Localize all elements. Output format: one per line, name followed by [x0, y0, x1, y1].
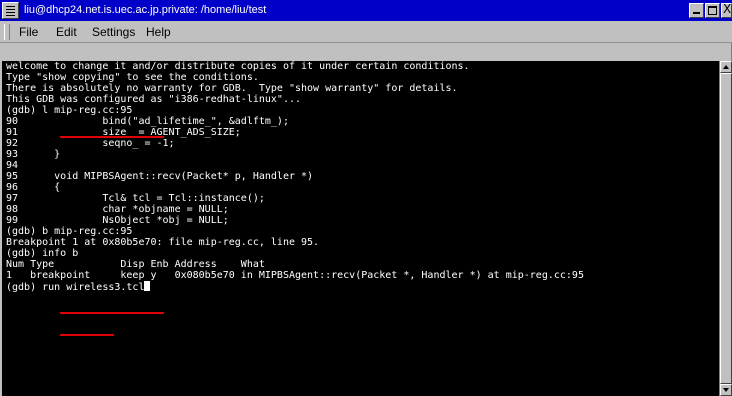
source-line: 93 }	[6, 149, 61, 160]
source-line: 92 seqno_ = -1;	[6, 138, 175, 149]
scroll-down-icon[interactable]	[720, 384, 732, 396]
prompt-text: (gdb) run wireless3.tcl	[6, 282, 145, 293]
title-bar[interactable]: liu@dhcp24.net.is.uec.ac.jp.private: /ho…	[0, 0, 732, 21]
source-line: 95 void MIPBSAgent::recv(Packet* p, Hand…	[6, 171, 314, 182]
terminal-line: welcome to change it and/or distribute c…	[6, 61, 470, 72]
maximize-icon[interactable]	[705, 3, 720, 18]
terminal-window: liu@dhcp24.net.is.uec.ac.jp.private: /ho…	[0, 0, 732, 396]
gdb-command-line: (gdb) l mip-reg.cc:95	[6, 105, 133, 116]
close-icon[interactable]: X	[721, 2, 732, 18]
gdb-command-line: (gdb) b mip-reg.cc:95	[6, 226, 133, 237]
terminal-line: Breakpoint 1 at 0x80b5e70: file mip-reg.…	[6, 237, 320, 248]
gdb-command-line: (gdb) info b	[6, 248, 79, 259]
vertical-scrollbar[interactable]	[719, 61, 732, 396]
prompt-line: (gdb) run wireless3.tcl	[6, 281, 584, 293]
terminal-output[interactable]: welcome to change it and/or distribute c…	[2, 61, 719, 396]
breakpoint-table-row: 1 breakpoint keep y 0x080b5e70 in MIPBSA…	[6, 270, 584, 281]
window-menu-icon[interactable]	[2, 2, 19, 19]
close-glyph: X	[723, 2, 732, 16]
source-line: 96 {	[6, 182, 61, 193]
menu-bar: File Edit Settings Help	[0, 21, 732, 43]
terminal-line: This GDB was configured as "i386-redhat-…	[6, 94, 302, 105]
minimize-icon[interactable]	[689, 3, 704, 18]
menu-settings[interactable]: Settings	[92, 25, 135, 39]
source-line: 98 char *objname = NULL;	[6, 204, 229, 215]
scroll-up-icon[interactable]	[720, 61, 732, 73]
scrollbar-thumb[interactable]	[720, 73, 732, 384]
menu-help[interactable]: Help	[146, 25, 171, 39]
text-cursor	[144, 281, 151, 291]
source-line: 99 NsObject *obj = NULL;	[6, 215, 229, 226]
terminal-line: There is absolutely no warranty for GDB.…	[6, 83, 458, 94]
red-underline-annotation	[60, 312, 164, 314]
breakpoint-table-header: Num Type Disp Enb Address What	[6, 259, 265, 270]
source-line: 97 Tcl& tcl = Tcl::instance();	[6, 193, 265, 204]
source-line: 90 bind("ad_lifetime_", &adlftm_);	[6, 116, 289, 127]
source-line: 94	[6, 160, 19, 171]
window-title: liu@dhcp24.net.is.uec.ac.jp.private: /ho…	[24, 4, 267, 16]
terminal-lines: welcome to change it and/or distribute c…	[6, 61, 584, 293]
terminal-line: Type "show copying" to see the condition…	[6, 72, 259, 83]
menu-edit[interactable]: Edit	[56, 25, 77, 39]
menu-file[interactable]: File	[19, 25, 38, 39]
menubar-grip-handle[interactable]	[4, 24, 10, 40]
red-underline-annotation	[60, 334, 114, 336]
red-underline-annotation	[60, 136, 164, 138]
